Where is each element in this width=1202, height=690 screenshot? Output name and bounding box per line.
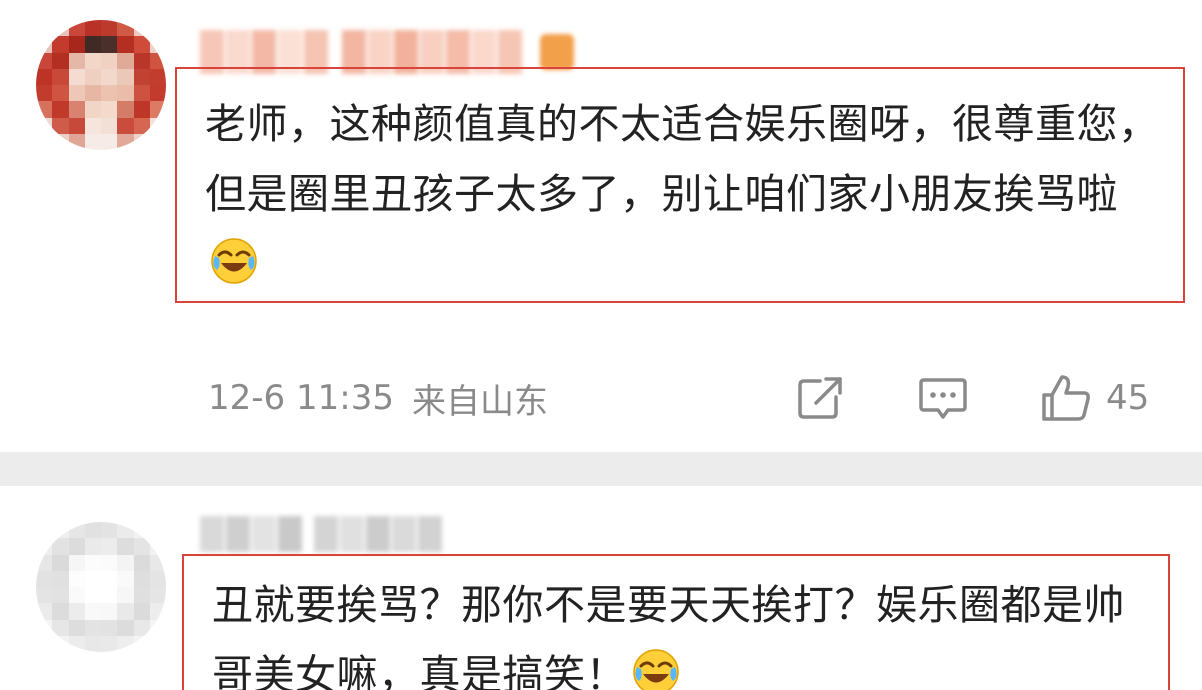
username-blurred[interactable] xyxy=(200,516,444,552)
comment-date: 12-6 11:35 xyxy=(208,378,394,418)
comment-item: 老师，这种颜值真的不太适合娱乐圈呀，很尊重您，但是圈里丑孩子太多了，别让咱们家小… xyxy=(0,0,1202,452)
avatar[interactable] xyxy=(36,522,166,652)
reply-button[interactable] xyxy=(918,370,968,426)
like-button[interactable]: 45 xyxy=(1040,370,1149,426)
thumbs-up-icon xyxy=(1042,375,1090,421)
comment-meta: 12-6 11:35 来自山东 xyxy=(208,373,548,423)
comment-text: 老师，这种颜值真的不太适合娱乐圈呀，很尊重您，但是圈里丑孩子太多了，别让咱们家小… xyxy=(205,89,1170,299)
share-button[interactable] xyxy=(796,370,846,426)
comment-divider xyxy=(0,452,1202,486)
vip-badge-icon xyxy=(540,34,574,70)
comment-text: 丑就要挨骂？那你不是要天天挨打？娱乐圈都是帅哥美女嘛，真是搞笑！ xyxy=(212,570,1162,690)
laughing-crying-emoji-icon xyxy=(211,238,257,284)
highlighted-comment-box: 丑就要挨骂？那你不是要天天挨打？娱乐圈都是帅哥美女嘛，真是搞笑！ xyxy=(182,554,1170,690)
share-icon xyxy=(798,377,842,419)
avatar[interactable] xyxy=(36,20,166,150)
comment-item: 丑就要挨骂？那你不是要天天挨打？娱乐圈都是帅哥美女嘛，真是搞笑！ xyxy=(0,486,1202,690)
comment-text-content: 老师，这种颜值真的不太适合娱乐圈呀，很尊重您，但是圈里丑孩子太多了，别让咱们家小… xyxy=(205,100,1160,218)
like-count: 45 xyxy=(1106,378,1150,418)
highlighted-comment-box: 老师，这种颜值真的不太适合娱乐圈呀，很尊重您，但是圈里丑孩子太多了，别让咱们家小… xyxy=(175,67,1185,303)
laughing-crying-emoji-icon xyxy=(633,649,679,690)
comment-location: 来自山东 xyxy=(411,381,548,422)
comment-icon xyxy=(919,378,967,419)
